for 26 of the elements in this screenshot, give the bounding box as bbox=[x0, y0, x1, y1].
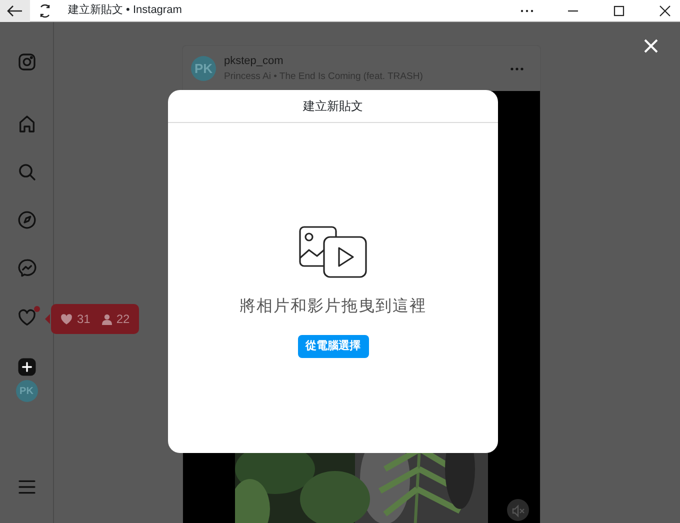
dialog-title: 建立新貼文 bbox=[303, 98, 363, 115]
likes-count: 31 bbox=[77, 311, 90, 328]
refresh-icon bbox=[38, 4, 52, 18]
heart-icon bbox=[16, 308, 36, 328]
compass-icon bbox=[16, 210, 36, 230]
back-arrow-icon bbox=[7, 4, 23, 16]
create-icon bbox=[16, 357, 36, 377]
window-title: 建立新貼文 • Instagram bbox=[68, 2, 183, 18]
instagram-logo-icon bbox=[16, 52, 36, 72]
more-icon bbox=[510, 66, 524, 70]
person-icon bbox=[102, 314, 112, 324]
heart-icon bbox=[60, 313, 73, 325]
drop-prompt: 將相片和影片拖曳到這裡 bbox=[240, 296, 426, 317]
followers-count: 22 bbox=[116, 311, 130, 328]
maximize-icon bbox=[612, 4, 626, 16]
messenger-icon bbox=[16, 258, 36, 278]
back-button[interactable] bbox=[0, 0, 30, 22]
media-icon bbox=[298, 225, 368, 279]
username[interactable]: pkstep_com bbox=[224, 53, 494, 70]
more-icon bbox=[520, 8, 534, 12]
close-icon bbox=[644, 38, 658, 53]
close-icon bbox=[658, 4, 672, 16]
search-icon bbox=[16, 162, 36, 182]
muted-button[interactable] bbox=[507, 499, 529, 521]
select-from-computer-button[interactable]: 從電腦選擇 bbox=[298, 335, 368, 358]
home-icon bbox=[16, 114, 36, 134]
